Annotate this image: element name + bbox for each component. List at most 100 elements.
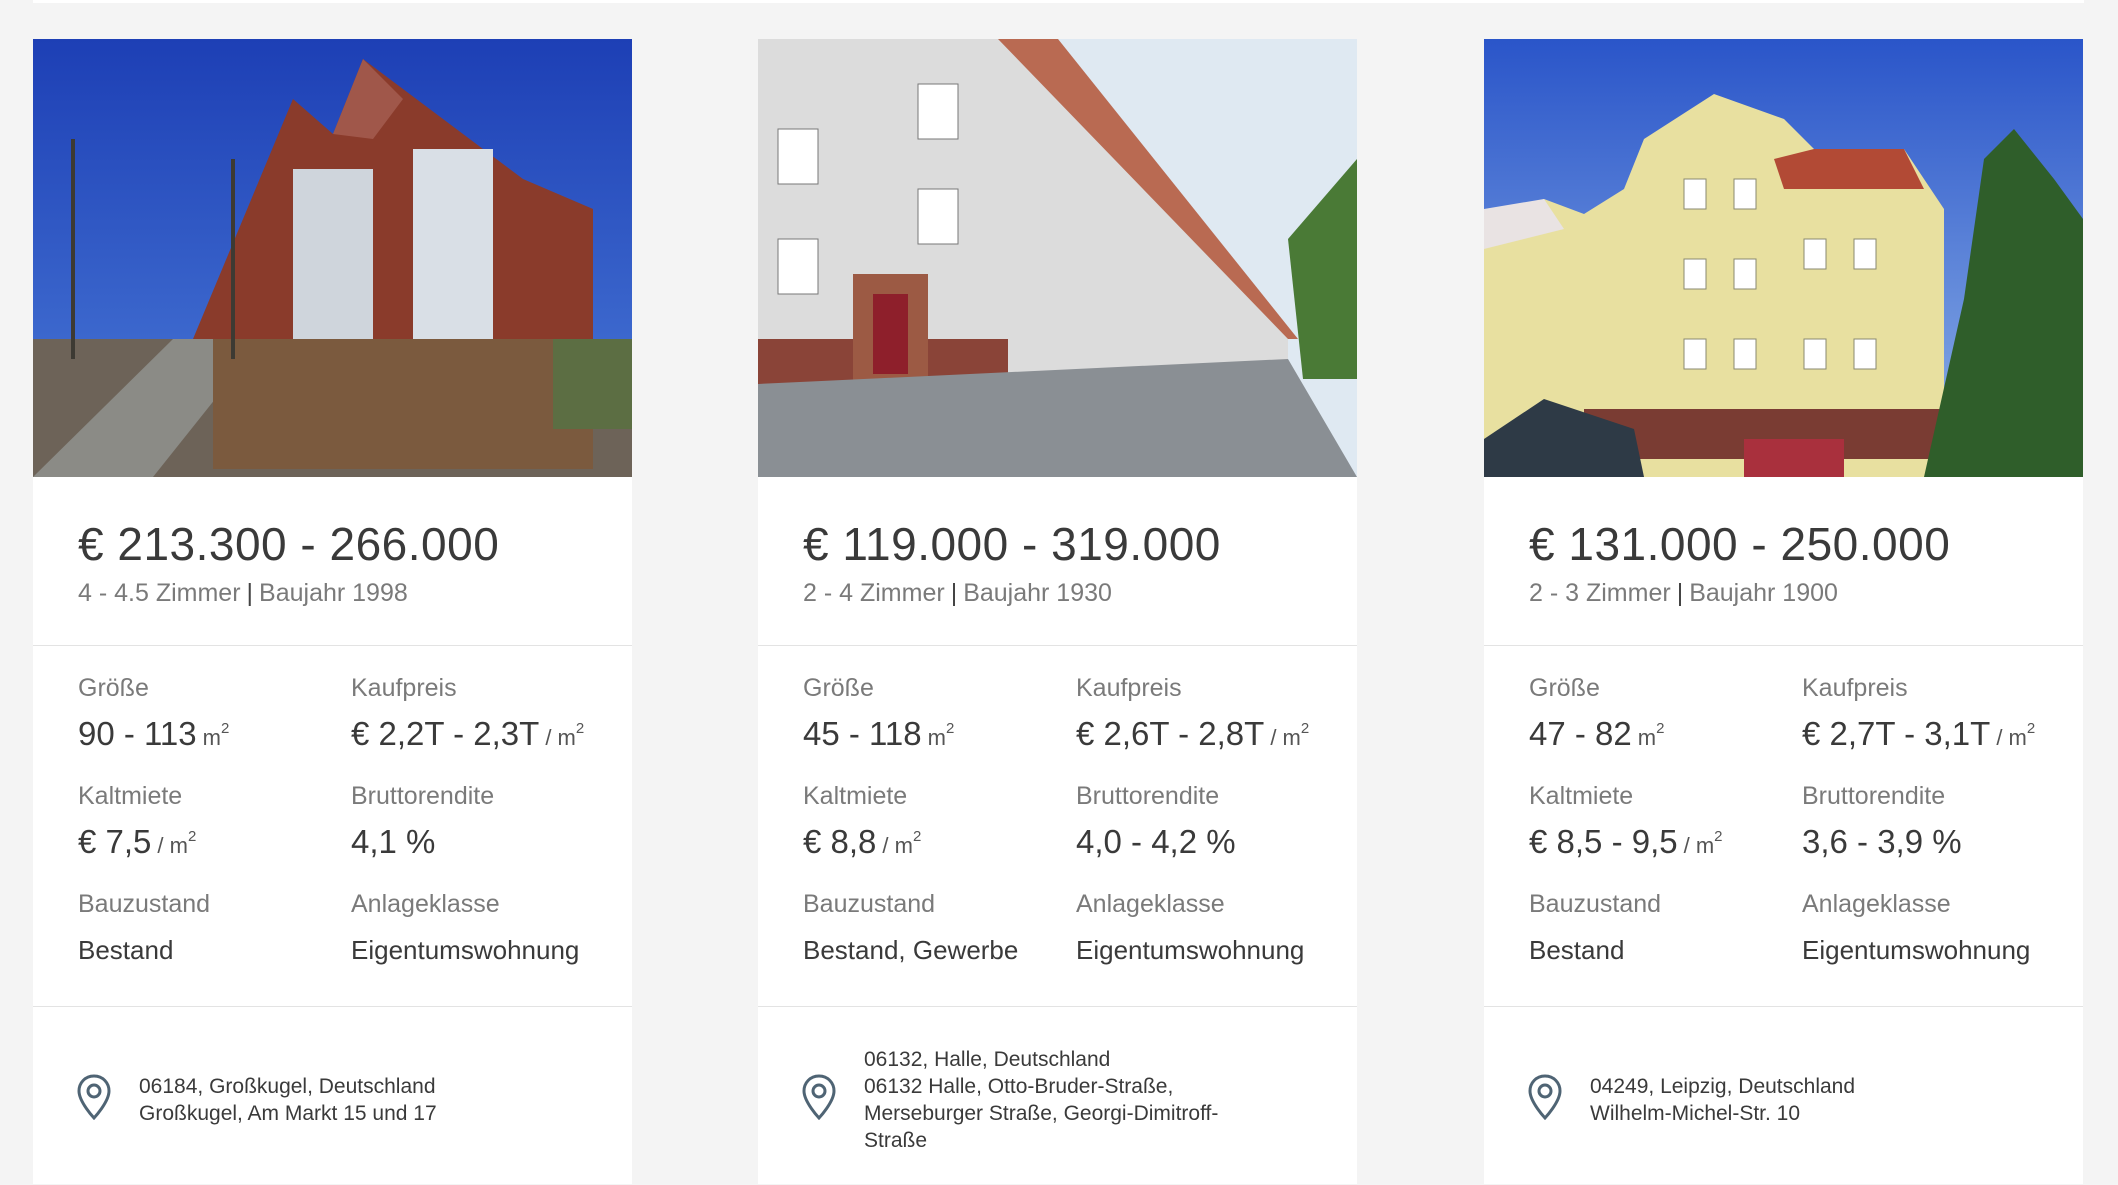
size-label: Größe <box>803 674 874 702</box>
rent-value: € 8,8 <box>803 823 877 860</box>
size-label: Größe <box>78 674 149 702</box>
listing-photo[interactable] <box>758 39 1357 477</box>
purchase-label: Kaufpreis <box>351 674 457 702</box>
size-cell: Größe 90 - 113 m2 <box>78 674 229 753</box>
class-label: Anlageklasse <box>1802 890 1951 918</box>
size-value: 47 - 82 <box>1529 715 1632 752</box>
address-text: 06132, Halle, Deutschland 06132 Halle, O… <box>864 1046 1294 1154</box>
condition-cell: Bauzustand Bestand, Gewerbe <box>803 890 1018 966</box>
per-area-unit: / m2 <box>545 720 585 750</box>
top-bar <box>33 0 2084 3</box>
rent-label: Kaltmiete <box>803 782 908 810</box>
address-line: 06184, Großkugel, Deutschland <box>139 1075 436 1098</box>
rent-value: € 7,5 <box>78 823 152 860</box>
purchase-cell: Kaufpreis € 2,7T - 3,1T / m2 <box>1802 674 2035 753</box>
purchase-value: € 2,6T - 2,8T <box>1076 715 1265 752</box>
rooms: 2 - 4 Zimmer <box>803 579 945 607</box>
yield-value: 4,1 % <box>351 823 436 860</box>
size-label: Größe <box>1529 674 1600 702</box>
class-value: Eigentumswohnung <box>1802 935 2031 965</box>
size-value: 45 - 118 <box>803 715 922 752</box>
purchase-label: Kaufpreis <box>1076 674 1182 702</box>
facts-grid: Größe 90 - 113 m2 Kaufpreis € 2,2T - 2,3T… <box>33 646 632 1006</box>
condition-value: Bestand, Gewerbe <box>803 935 1019 965</box>
rent-label: Kaltmiete <box>1529 782 1634 810</box>
facts-grid: Größe 47 - 82 m2 Kaufpreis € 2,7T - 3,1T /… <box>1484 646 2083 1006</box>
class-value: Eigentumswohnung <box>351 935 580 965</box>
address-line: Merseburger Straße, Georgi-Dimitroff- <box>864 1102 1219 1125</box>
rooms-year: 2 - 4 Zimmer | Baujahr 1930 <box>803 579 1112 607</box>
rooms: 2 - 3 Zimmer <box>1529 579 1671 607</box>
listing-card[interactable]: € 131.000 - 250.000 2 - 3 Zimmer | Baujahr… <box>1484 39 2083 1184</box>
condition-cell: Bauzustand Bestand <box>1529 890 1661 966</box>
address-text: 06184, Großkugel, Deutschland Großkugel,… <box>139 1073 569 1127</box>
address-text: 04249, Leipzig, Deutschland Wilhelm-Mich… <box>1590 1073 2020 1127</box>
card-header: € 119.000 - 319.000 2 - 4 Zimmer | Baujahr… <box>758 477 1357 645</box>
condition-value: Bestand <box>78 935 174 965</box>
per-area-unit: / m2 <box>157 828 197 858</box>
area-unit: m2 <box>1637 720 1665 750</box>
address-block: 04249, Leipzig, Deutschland Wilhelm-Mich… <box>1484 1007 2083 1185</box>
condition-cell: Bauzustand Bestand <box>78 890 210 966</box>
rent-value: € 8,5 - 9,5 <box>1529 823 1678 860</box>
condition-label: Bauzustand <box>1529 890 1662 918</box>
price-range: € 131.000 - 250.000 <box>1529 518 1951 570</box>
area-unit: m2 <box>927 720 955 750</box>
size-cell: Größe 45 - 118 m2 <box>803 674 954 753</box>
yield-value: 4,0 - 4,2 % <box>1076 823 1236 860</box>
card-header: € 213.300 - 266.000 4 - 4.5 Zimmer | Bauja… <box>33 477 632 645</box>
year-built: Baujahr 1900 <box>1689 579 1838 607</box>
purchase-value: € 2,2T - 2,3T <box>351 715 540 752</box>
map-pin-icon <box>802 1074 836 1120</box>
listing-photo[interactable] <box>1484 39 2083 477</box>
class-label: Anlageklasse <box>351 890 500 918</box>
class-cell: Anlageklasse Eigentumswohnung <box>1802 890 2030 966</box>
yield-label: Bruttorendite <box>1802 782 1946 810</box>
rooms-year: 4 - 4.5 Zimmer | Baujahr 1998 <box>78 579 408 607</box>
yield-value: 3,6 - 3,9 % <box>1802 823 1962 860</box>
yield-cell: Bruttorendite 3,6 - 3,9 % <box>1802 782 1962 861</box>
yield-label: Bruttorendite <box>1076 782 1220 810</box>
purchase-cell: Kaufpreis € 2,6T - 2,8T / m2 <box>1076 674 1309 753</box>
listing-photo[interactable] <box>33 39 632 477</box>
address-line: 06132 Halle, Otto-Bruder-Straße, <box>864 1075 1174 1098</box>
address-block: 06184, Großkugel, Deutschland Großkugel,… <box>33 1007 632 1185</box>
rooms-year: 2 - 3 Zimmer | Baujahr 1900 <box>1529 579 1838 607</box>
class-cell: Anlageklasse Eigentumswohnung <box>1076 890 1304 966</box>
yield-cell: Bruttorendite 4,1 % <box>351 782 494 861</box>
class-label: Anlageklasse <box>1076 890 1225 918</box>
map-pin-icon <box>1528 1074 1562 1120</box>
rent-cell: Kaltmiete € 8,5 - 9,5/ m2 <box>1529 782 1723 861</box>
purchase-label: Kaufpreis <box>1802 674 1908 702</box>
rooms: 4 - 4.5 Zimmer <box>78 579 241 607</box>
purchase-cell: Kaufpreis € 2,2T - 2,3T / m2 <box>351 674 584 753</box>
condition-value: Bestand <box>1529 935 1625 965</box>
yield-label: Bruttorendite <box>351 782 495 810</box>
area-unit: m2 <box>202 720 230 750</box>
price-range: € 213.300 - 266.000 <box>78 518 500 570</box>
yield-cell: Bruttorendite 4,0 - 4,2 % <box>1076 782 1236 861</box>
class-cell: Anlageklasse Eigentumswohnung <box>351 890 579 966</box>
listing-card[interactable]: € 119.000 - 319.000 2 - 4 Zimmer | Baujahr… <box>758 39 1357 1184</box>
rent-cell: Kaltmiete € 7,5/ m2 <box>78 782 196 861</box>
year-built: Baujahr 1930 <box>963 579 1112 607</box>
address-line: 04249, Leipzig, Deutschland <box>1590 1075 1856 1098</box>
class-value: Eigentumswohnung <box>1076 935 1305 965</box>
address-line: Großkugel, Am Markt 15 und 17 <box>139 1102 437 1125</box>
listing-card[interactable]: € 213.300 - 266.000 4 - 4.5 Zimmer | Bauja… <box>33 39 632 1184</box>
rent-cell: Kaltmiete € 8,8/ m2 <box>803 782 921 861</box>
condition-label: Bauzustand <box>803 890 936 918</box>
price-range: € 119.000 - 319.000 <box>803 518 1221 570</box>
size-value: 90 - 113 <box>78 715 197 752</box>
facts-grid: Größe 45 - 118 m2 Kaufpreis € 2,6T - 2,8T… <box>758 646 1357 1006</box>
per-area-unit: / m2 <box>1270 720 1310 750</box>
condition-label: Bauzustand <box>78 890 211 918</box>
address-line: Wilhelm-Michel-Str. 10 <box>1590 1102 1801 1125</box>
address-line: 06132, Halle, Deutschland <box>864 1048 1111 1071</box>
purchase-value: € 2,7T - 3,1T <box>1802 715 1991 752</box>
per-area-unit: / m2 <box>882 828 922 858</box>
address-line: Straße <box>864 1129 928 1152</box>
size-cell: Größe 47 - 82 m2 <box>1529 674 1664 753</box>
year-built: Baujahr 1998 <box>259 579 408 607</box>
per-area-unit: / m2 <box>1683 828 1723 858</box>
